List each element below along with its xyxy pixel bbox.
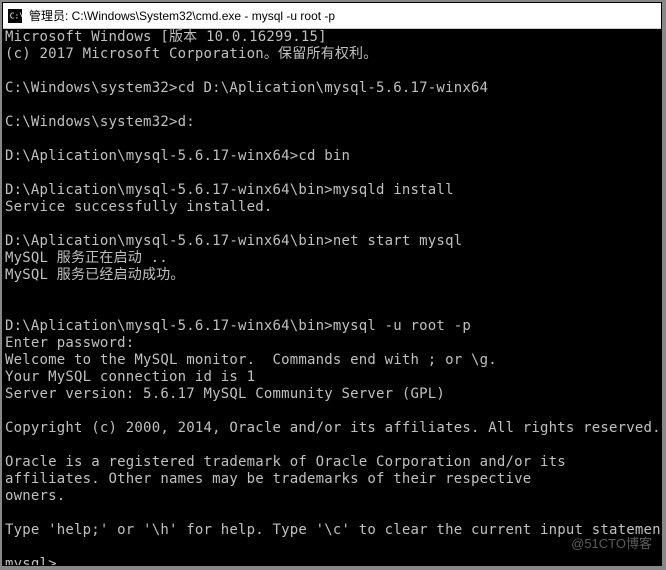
terminal-line: D:\Aplication\mysql-5.6.17-winx64\bin>my… — [5, 318, 659, 335]
terminal-line: Type 'help;' or '\h' for help. Type '\c'… — [5, 522, 659, 539]
terminal-line — [5, 301, 659, 318]
svg-text:C:\: C:\ — [10, 11, 22, 20]
terminal-line — [5, 403, 659, 420]
terminal-line — [5, 216, 659, 233]
terminal-line — [5, 165, 659, 182]
terminal-line: owners. — [5, 488, 659, 505]
terminal-line — [5, 97, 659, 114]
terminal-line: D:\Aplication\mysql-5.6.17-winx64\bin>my… — [5, 182, 659, 199]
terminal-line: Microsoft Windows [版本 10.0.16299.15] — [5, 29, 659, 46]
terminal-line — [5, 539, 659, 556]
terminal-line: C:\Windows\system32>d: — [5, 114, 659, 131]
terminal-line: D:\Aplication\mysql-5.6.17-winx64\bin>ne… — [5, 233, 659, 250]
window-title: 管理员: C:\Windows\System32\cmd.exe - mysql… — [29, 7, 335, 24]
terminal-line: C:\Windows\system32>cd D:\Aplication\mys… — [5, 80, 659, 97]
terminal-line: MySQL 服务正在启动 .. — [5, 250, 659, 267]
cmd-icon: C:\ — [7, 8, 23, 24]
terminal-line: Your MySQL connection id is 1 — [5, 369, 659, 386]
terminal-line: MySQL 服务已经启动成功。 — [5, 267, 659, 284]
terminal-line: Copyright (c) 2000, 2014, Oracle and/or … — [5, 420, 659, 437]
terminal-line: Enter password: — [5, 335, 659, 352]
terminal-line — [5, 131, 659, 148]
terminal-line: D:\Aplication\mysql-5.6.17-winx64>cd bin — [5, 148, 659, 165]
terminal-line: Service successfully installed. — [5, 199, 659, 216]
cmd-window: C:\ 管理员: C:\Windows\System32\cmd.exe - m… — [2, 2, 662, 566]
terminal-line — [5, 437, 659, 454]
titlebar[interactable]: C:\ 管理员: C:\Windows\System32\cmd.exe - m… — [3, 3, 661, 29]
terminal-line: Oracle is a registered trademark of Orac… — [5, 454, 659, 471]
terminal-line: Server version: 5.6.17 MySQL Community S… — [5, 386, 659, 403]
terminal-line: (c) 2017 Microsoft Corporation。保留所有权利。 — [5, 46, 659, 63]
terminal-line — [5, 505, 659, 522]
terminal-output[interactable]: Microsoft Windows [版本 10.0.16299.15](c) … — [3, 29, 661, 565]
terminal-line: affiliates. Other names may be trademark… — [5, 471, 659, 488]
terminal-line — [5, 63, 659, 80]
terminal-line: mysql> — [5, 556, 659, 565]
terminal-line: Welcome to the MySQL monitor. Commands e… — [5, 352, 659, 369]
terminal-line — [5, 284, 659, 301]
